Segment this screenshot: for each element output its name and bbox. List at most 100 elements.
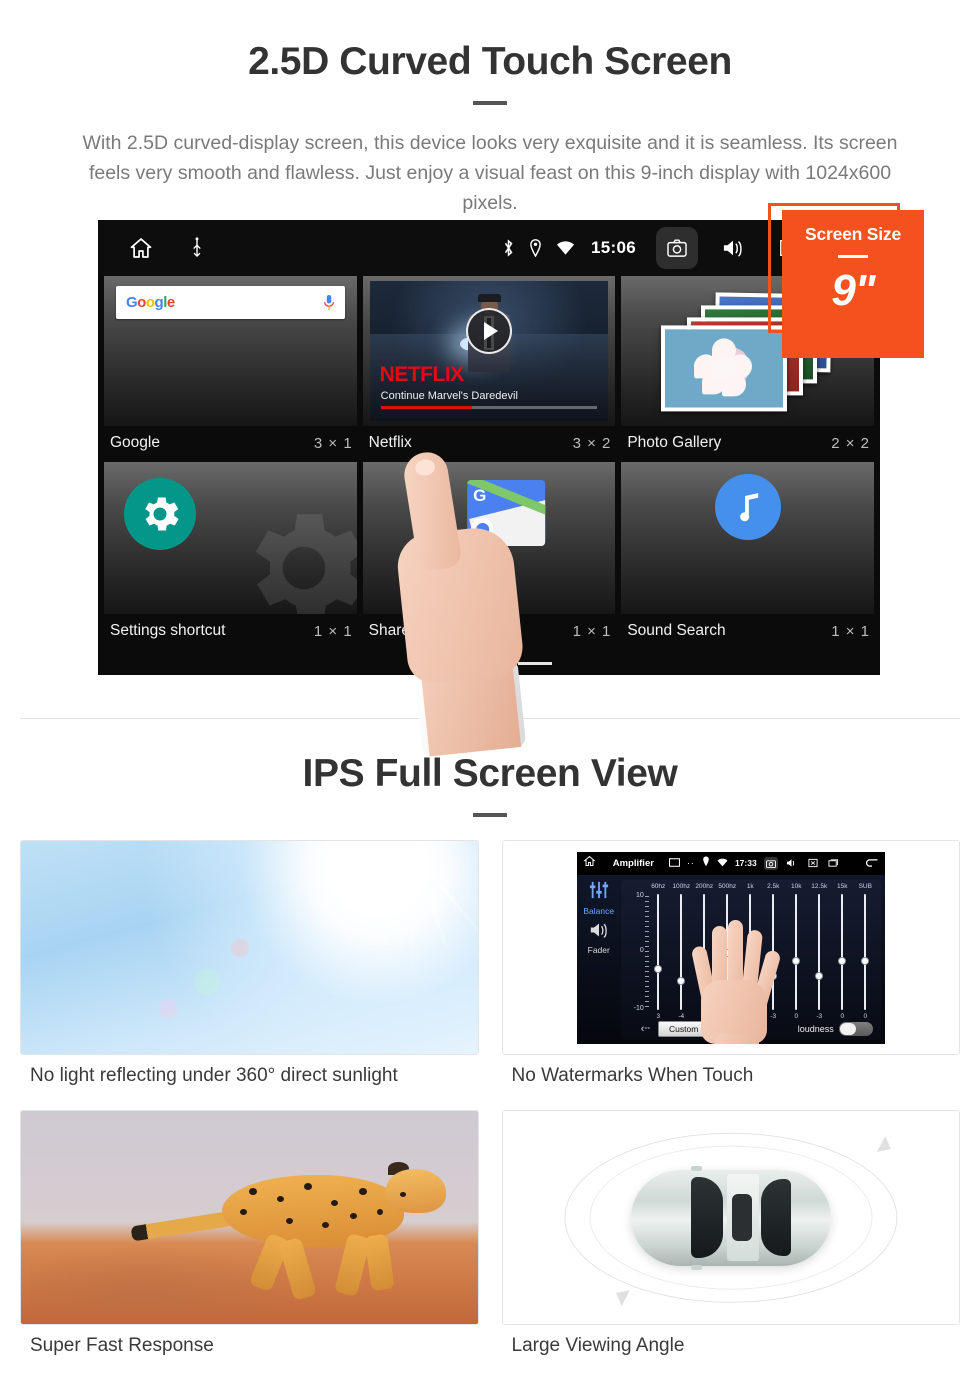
scale-bottom: -10: [633, 1004, 644, 1012]
recents-icon[interactable]: [827, 857, 841, 870]
band-value: 0: [794, 1012, 799, 1020]
band-value: 0: [840, 1012, 845, 1020]
page-dot[interactable]: [472, 662, 506, 665]
screenshot-icon[interactable]: [656, 227, 698, 269]
widget-label: Photo Gallery: [627, 434, 722, 451]
home-icon[interactable]: [128, 236, 154, 260]
band-value: 0: [863, 1012, 868, 1020]
band-label: 10k: [791, 882, 802, 890]
blossom-photo: [660, 325, 787, 412]
car-illustration: [630, 1165, 831, 1270]
speaker-icon: [590, 922, 607, 938]
band-label: SUB: [858, 882, 872, 890]
band-value: 3: [656, 1012, 661, 1020]
feature-card-grid: No light reflecting under 360° direct su…: [0, 840, 980, 1357]
wifi-icon: [717, 854, 728, 872]
amplifier-clock: 17:33: [734, 858, 757, 868]
widget-label: Netflix: [368, 434, 412, 451]
widget-picker-grid: Google Google 3 × 1 NETFLIX Continue Mar…: [98, 276, 880, 650]
card-caption: Super Fast Response: [30, 1335, 214, 1356]
feature-card-response[interactable]: Super Fast Response: [20, 1110, 479, 1357]
band-label: 100hz: [672, 882, 691, 890]
search-input[interactable]: Google: [116, 286, 345, 319]
sidebar-item-fader[interactable]: Fader: [577, 921, 621, 955]
page-dot-active[interactable]: [518, 662, 552, 665]
more-icon: ··: [686, 858, 695, 868]
card-caption: Large Viewing Angle: [511, 1335, 685, 1356]
music-note-icon[interactable]: [714, 474, 781, 540]
feature-card-sunlight[interactable]: No light reflecting under 360° direct su…: [20, 840, 479, 1087]
section-2-header: IPS Full Screen View: [0, 752, 980, 817]
page-title: 2.5D Curved Touch Screen: [248, 40, 732, 83]
amplifier-screenshot: Amplifier ·· 17:33 Balance Fader 60hz 10…: [501, 840, 960, 1055]
feature-card-watermarks[interactable]: Amplifier ·· 17:33 Balance Fader 60hz 10…: [501, 840, 960, 1087]
band-label: 2.5k: [767, 882, 780, 890]
widget-size: 1 × 1: [313, 622, 353, 640]
widget-label: Google: [110, 434, 160, 451]
band-slider: [854, 893, 877, 1010]
page-dot[interactable]: [426, 662, 460, 665]
amplifier-status-bar: Amplifier ·· 17:33: [576, 851, 885, 875]
car-top-view-photo: [501, 1110, 960, 1325]
widget-size: 1 × 1: [831, 622, 871, 640]
gear-icon[interactable]: [124, 478, 196, 550]
share-location-widget[interactable]: G: [362, 462, 616, 614]
band-slider: [670, 893, 693, 1010]
widget-size: 1 × 1: [572, 622, 612, 640]
sidebar-label: Fader: [587, 944, 610, 955]
widget-sound-search[interactable]: Sound Search 1 × 1: [621, 462, 875, 646]
widget-netflix[interactable]: NETFLIX Continue Marvel's Daredevil Netf…: [362, 276, 616, 458]
play-button[interactable]: [466, 308, 512, 355]
title-underline: [473, 813, 507, 817]
widget-size: 2 × 2: [831, 434, 871, 452]
widget-google[interactable]: Google Google 3 × 1: [104, 276, 357, 458]
google-maps-icon[interactable]: G: [467, 480, 546, 546]
microphone-icon: [323, 294, 334, 311]
home-icon[interactable]: [583, 854, 596, 872]
close-icon[interactable]: [806, 857, 820, 870]
location-icon: [529, 239, 542, 257]
location-icon: [702, 854, 710, 872]
android-status-bar: 15:06: [98, 220, 880, 276]
screen-size-badge: Screen Size 9": [782, 210, 924, 358]
title-underline: [473, 101, 507, 105]
band-slider: [808, 893, 831, 1010]
section-2-title: IPS Full Screen View: [302, 752, 678, 795]
amplifier-sidebar: Balance Fader: [577, 875, 621, 1044]
band-slider: [647, 893, 670, 1010]
section-1-header: 2.5D Curved Touch Screen With 2.5D curve…: [0, 0, 980, 218]
badge-title: Screen Size: [804, 224, 902, 244]
screenshot-icon[interactable]: [763, 856, 778, 870]
google-search-widget[interactable]: Google: [104, 276, 357, 426]
google-logo: Google: [126, 294, 175, 311]
badge-underline: [838, 255, 868, 258]
widget-settings-shortcut[interactable]: Settings shortcut 1 × 1: [104, 462, 357, 646]
back-arrow-icon[interactable]: [865, 857, 879, 870]
sound-search-widget[interactable]: [621, 462, 875, 614]
band-slider: [831, 893, 854, 1010]
sidebar-item-balance[interactable]: Balance: [577, 880, 621, 916]
back-arrow-icon[interactable]: ‹°°: [641, 1023, 650, 1035]
netflix-widget[interactable]: NETFLIX Continue Marvel's Daredevil: [362, 276, 616, 426]
sunlight-photo: [20, 840, 479, 1055]
sidebar-label: Balance: [583, 905, 615, 916]
netflix-subtitle: Continue Marvel's Daredevil: [380, 390, 518, 402]
widget-share-location[interactable]: G Share location 1 × 1: [362, 462, 616, 646]
widget-row-1: Google Google 3 × 1 NETFLIX Continue Mar…: [98, 276, 880, 462]
scale-top: 10: [635, 891, 644, 899]
usb-icon: [190, 237, 204, 259]
band-label: 12.5k: [811, 882, 828, 890]
settings-shortcut-widget[interactable]: [104, 462, 357, 614]
card-caption: No Watermarks When Touch: [511, 1065, 754, 1086]
volume-icon[interactable]: [785, 857, 799, 870]
section-divider: [20, 718, 960, 719]
volume-icon[interactable]: [712, 227, 754, 269]
band-value: -3: [816, 1012, 823, 1020]
gain-scale: 10 0 -10: [627, 891, 649, 1012]
loudness-toggle[interactable]: [838, 1021, 873, 1036]
widget-label: Share location: [368, 622, 468, 639]
feature-card-viewing-angle[interactable]: Large Viewing Angle: [501, 1110, 960, 1357]
page-indicator[interactable]: [426, 662, 552, 665]
feature-row-1: No light reflecting under 360° direct su…: [0, 840, 980, 1087]
widget-size: 3 × 1: [313, 434, 353, 452]
